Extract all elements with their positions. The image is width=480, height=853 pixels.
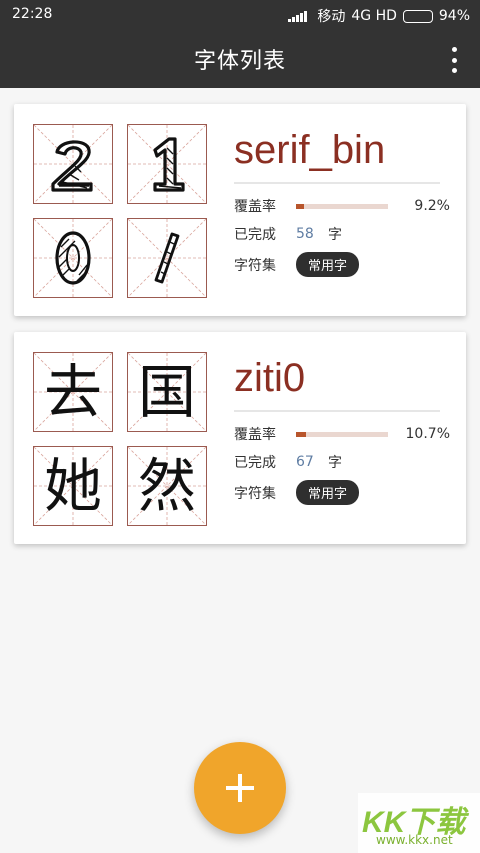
completed-row: 已完成 58 字 [234,224,342,244]
watermark: KK下载 www.kkx.net [358,793,480,853]
coverage-bar [296,203,388,209]
charset-label: 字符集 [234,485,276,502]
coverage-label: 覆盖率 [234,199,276,215]
divider [234,410,440,412]
preview-cell [127,218,207,298]
preview-cell [33,218,113,298]
page-title: 字体列表 [193,49,286,74]
preview-char: 她 [43,452,102,520]
preview-cell: 去 [33,352,113,432]
preview-glyph [51,140,93,192]
battery-percent: 94% [438,8,470,24]
preview-cell: 然 [127,446,207,526]
completed-row: 已完成 67 字 [234,452,342,472]
font-name: serif_bin [234,128,386,172]
charset-row: 字符集 常用字 [234,480,360,505]
preview-char: 去 [43,358,102,426]
completed-count: 58 [296,226,314,242]
coverage-value: 9.2% [414,198,450,214]
status-indicators: 移动 4G HD 94% [288,6,470,26]
completed-label: 已完成 [234,455,276,471]
charset-label: 字符集 [234,257,276,274]
watermark-url: www.kkx.net [376,833,453,847]
charset-badge[interactable]: 常用字 [296,252,360,277]
preview-cell [127,124,207,204]
network-label: 4G HD [351,8,397,24]
more-vert-icon[interactable] [450,47,458,73]
preview-cell: 国 [127,352,207,432]
coverage-bar [296,431,388,437]
coverage-row: 覆盖率 9.2% [234,196,450,216]
preview-grid: 2 1 0 / [33,124,207,298]
coverage-value: 10.7% [405,426,450,442]
font-card[interactable]: 去 国 她 然 ziti0 覆盖率 10.7% 已完成 67 字 字符集 常用字 [14,332,466,544]
signal-icon [288,10,308,22]
completed-unit: 字 [328,227,342,243]
app-bar: 字体列表 [0,30,480,88]
preview-cell: 她 [33,446,113,526]
charset-badge[interactable]: 常用字 [296,480,360,505]
completed-unit: 字 [328,455,342,471]
font-card[interactable]: 2 1 0 / serif_bin 覆盖率 9.2% 已完成 58 字 字符集 … [14,104,466,316]
preview-grid: 去 国 她 然 [33,352,207,526]
coverage-label: 覆盖率 [234,427,276,443]
divider [234,182,440,184]
battery-icon [402,9,433,23]
preview-char: 国 [137,358,196,426]
carrier-label: 移动 [317,9,346,25]
status-bar: 22:28 移动 4G HD 94% [0,0,480,30]
coverage-row: 覆盖率 10.7% [234,424,450,444]
preview-glyph [55,231,91,285]
preview-char: 然 [137,452,196,520]
preview-glyph [154,232,180,284]
status-time: 22:28 [12,6,53,22]
charset-row: 字符集 常用字 [234,252,360,277]
font-name: ziti0 [234,356,306,400]
preview-cell [33,124,113,204]
add-font-button[interactable] [194,742,286,834]
completed-label: 已完成 [234,227,276,243]
preview-glyph [153,137,185,192]
completed-count: 67 [296,454,314,470]
